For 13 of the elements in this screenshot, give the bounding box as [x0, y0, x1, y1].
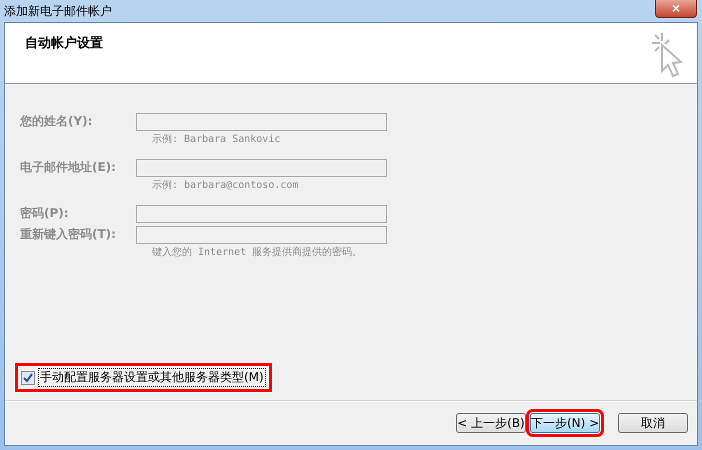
dialog-button[interactable]: 取消: [618, 413, 688, 433]
hint-text: 键入您的 Internet 服务提供商提供的密码。: [151, 246, 364, 260]
window-title: 添加新电子邮件帐户: [4, 3, 112, 20]
field-label: 密码(P):: [20, 205, 70, 222]
dialog-button[interactable]: < 上一步(B): [456, 413, 526, 433]
field-label: 重新键入密码(T):: [20, 226, 117, 243]
hint-text: 示例: Barbara Sankovic: [151, 133, 282, 147]
field-label: 您的姓名(Y):: [20, 113, 94, 130]
field-label: 电子邮件地址(E):: [20, 159, 117, 176]
checkbox-label[interactable]: 手动配置服务器设置或其他服务器类型(M): [38, 368, 266, 387]
page-heading: 自动帐户设置: [25, 34, 103, 53]
hint-text: 示例: barbara@contoso.com: [151, 179, 300, 193]
checkbox[interactable]: [21, 370, 35, 384]
